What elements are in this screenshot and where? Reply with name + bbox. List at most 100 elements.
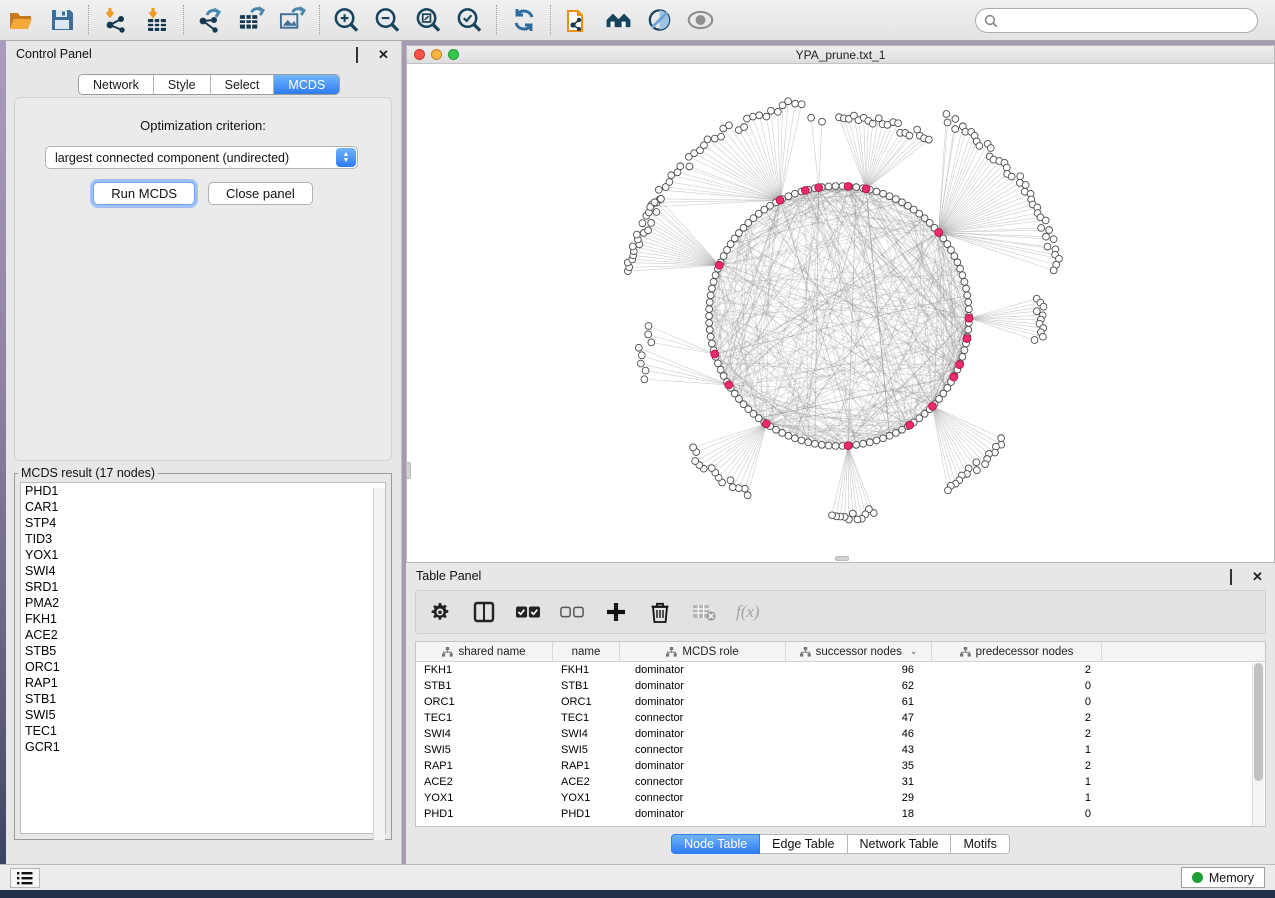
tab-mcds[interactable]: MCDS	[274, 75, 339, 94]
mcds-result-item[interactable]: RAP1	[21, 675, 385, 691]
dropdown-stepper-icon: ▲▼	[336, 148, 356, 167]
mcds-result-item[interactable]: TID3	[21, 531, 385, 547]
mcds-result-item[interactable]: ACE2	[21, 627, 385, 643]
tab-edge-table[interactable]: Edge Table	[760, 834, 847, 854]
cell-successor-nodes: 43	[786, 742, 932, 758]
mcds-result-item[interactable]: SRD1	[21, 579, 385, 595]
mcds-list-scrollbar[interactable]	[373, 488, 385, 840]
tab-node-table[interactable]: Node Table	[671, 834, 760, 854]
network-graph[interactable]	[407, 64, 1274, 562]
automation-panel-button[interactable]	[10, 868, 40, 888]
tab-network[interactable]: Network	[79, 75, 154, 94]
network-vertical-scrollbar[interactable]	[406, 462, 411, 479]
delete-table-icon[interactable]	[692, 600, 716, 624]
delete-column-trash-icon[interactable]	[648, 600, 672, 624]
network-canvas[interactable]	[407, 64, 1274, 562]
cell-shared-name: PHD1	[416, 806, 553, 822]
column-header-predecessor-nodes[interactable]: predecessor nodes	[932, 642, 1102, 661]
mcds-result-item[interactable]: ORC1	[21, 659, 385, 675]
column-header-name[interactable]: name	[553, 642, 620, 661]
table-row[interactable]: YOX1YOX1connector291	[416, 790, 1265, 806]
table-row[interactable]: RAP1RAP1dominator352	[416, 758, 1265, 774]
mcds-result-item[interactable]: STB5	[21, 643, 385, 659]
select-all-rows-icon[interactable]	[516, 600, 540, 624]
zoom-in-icon[interactable]	[333, 7, 360, 34]
go-home-icon[interactable]	[605, 7, 632, 34]
table-row[interactable]: SWI4SWI4dominator462	[416, 726, 1265, 742]
import-network-icon[interactable]	[102, 7, 129, 34]
mcds-result-title: MCDS result (17 nodes)	[18, 466, 158, 480]
tab-network-table[interactable]: Network Table	[848, 834, 952, 854]
mcds-result-item[interactable]: TEC1	[21, 723, 385, 739]
cell-MCDS-role: dominator	[620, 806, 786, 822]
column-header-shared-name[interactable]: shared name	[416, 642, 553, 661]
table-row[interactable]: ORC1ORC1dominator610	[416, 694, 1265, 710]
run-mcds-button[interactable]: Run MCDS	[93, 182, 195, 205]
create-column-plus-icon[interactable]	[604, 600, 628, 624]
mcds-result-item[interactable]: SWI5	[21, 707, 385, 723]
desktop-wallpaper-strip	[0, 890, 1275, 898]
network-window-titlebar[interactable]: YPA_prune.txt_1	[407, 46, 1274, 64]
hide-selection-icon[interactable]	[646, 7, 673, 34]
mcds-result-item[interactable]: PHD1	[21, 483, 385, 499]
export-image-icon[interactable]	[279, 7, 306, 34]
cell-predecessor-nodes: 0	[932, 678, 1102, 694]
table-row[interactable]: SWI5SWI5connector431	[416, 742, 1265, 758]
memory-label: Memory	[1209, 871, 1254, 885]
export-network-icon[interactable]	[197, 7, 224, 34]
table-row[interactable]: ACE2ACE2connector311	[416, 774, 1265, 790]
mcds-result-item[interactable]: CAR1	[21, 499, 385, 515]
table-settings-gear-icon[interactable]	[428, 600, 452, 624]
column-header-MCDS-role[interactable]: MCDS role	[620, 642, 786, 661]
mcds-result-item[interactable]: STB1	[21, 691, 385, 707]
zoom-selected-icon[interactable]	[456, 7, 483, 34]
table-row[interactable]: TEC1TEC1connector472	[416, 710, 1265, 726]
mcds-result-item[interactable]: STP4	[21, 515, 385, 531]
cell-name: TEC1	[553, 710, 620, 726]
mcds-result-item[interactable]: PMA2	[21, 595, 385, 611]
save-session-icon[interactable]	[48, 7, 75, 34]
tab-motifs[interactable]: Motifs	[951, 834, 1009, 854]
zoom-out-icon[interactable]	[374, 7, 401, 34]
refresh-icon[interactable]	[510, 7, 537, 34]
show-column-panel-icon[interactable]	[472, 600, 496, 624]
float-panel-button[interactable]	[356, 48, 369, 61]
zoom-fit-icon[interactable]	[415, 7, 442, 34]
open-file-icon[interactable]	[7, 7, 34, 34]
cell-successor-nodes: 47	[786, 710, 932, 726]
show-selection-eye-icon[interactable]	[687, 7, 714, 34]
cell-name: ACE2	[553, 774, 620, 790]
search-field[interactable]	[975, 8, 1258, 33]
table-row[interactable]: STB1STB1dominator620	[416, 678, 1265, 694]
table-scrollbar[interactable]	[1252, 663, 1264, 826]
close-table-panel-button[interactable]: ✕	[1252, 570, 1265, 583]
column-header-successor-nodes[interactable]: successor nodes⌄	[786, 642, 932, 661]
mcds-result-item[interactable]: FKH1	[21, 611, 385, 627]
table-row[interactable]: FKH1FKH1dominator962	[416, 662, 1265, 678]
deselect-all-rows-icon[interactable]	[560, 600, 584, 624]
float-table-panel-button[interactable]	[1230, 570, 1243, 583]
close-panel-button-mcds[interactable]: Close panel	[208, 182, 313, 205]
toolbar-separator	[319, 5, 320, 35]
function-builder-icon[interactable]: f(x)	[736, 602, 760, 622]
cell-successor-nodes: 96	[786, 662, 932, 678]
criterion-dropdown[interactable]: largest connected component (undirected)…	[45, 146, 358, 169]
mcds-result-item[interactable]: GCR1	[21, 739, 385, 755]
memory-button[interactable]: Memory	[1181, 867, 1265, 888]
cell-name: STB1	[553, 678, 620, 694]
mcds-result-list[interactable]: PHD1CAR1STP4TID3YOX1SWI4SRD1PMA2FKH1ACE2…	[20, 482, 386, 834]
network-horizontal-scrollbar[interactable]	[835, 556, 849, 561]
cell-MCDS-role: connector	[620, 790, 786, 806]
cell-predecessor-nodes: 0	[932, 694, 1102, 710]
mcds-result-item[interactable]: YOX1	[21, 547, 385, 563]
new-network-from-selection-icon[interactable]	[564, 7, 591, 34]
search-input[interactable]	[998, 14, 1257, 28]
close-panel-button[interactable]: ✕	[378, 48, 391, 61]
export-table-icon[interactable]	[238, 7, 265, 34]
table-row[interactable]: PHD1PHD1dominator180	[416, 806, 1265, 822]
tab-style[interactable]: Style	[154, 75, 211, 94]
mcds-result-item[interactable]: SWI4	[21, 563, 385, 579]
tab-select[interactable]: Select	[211, 75, 275, 94]
cell-MCDS-role: dominator	[620, 694, 786, 710]
import-table-icon[interactable]	[143, 7, 170, 34]
